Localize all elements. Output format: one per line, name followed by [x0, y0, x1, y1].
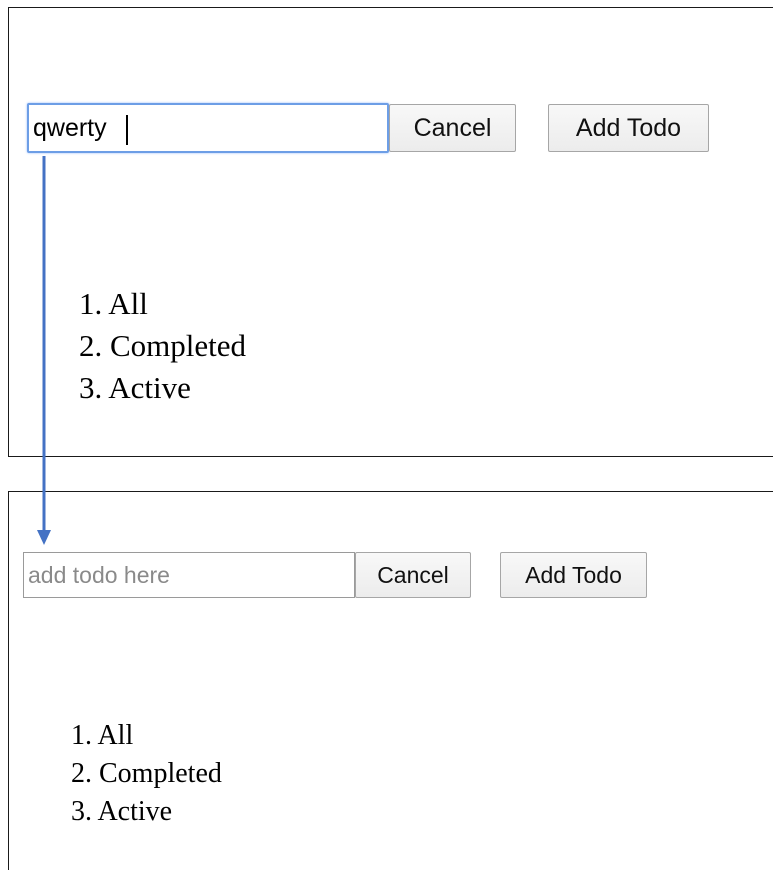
add-todo-button[interactable]: Add Todo	[500, 552, 647, 598]
filter-item-active[interactable]: 3. Active	[71, 793, 222, 831]
filter-item-completed[interactable]: 2. Completed	[79, 325, 246, 367]
todo-input[interactable]	[23, 552, 355, 598]
todo-input[interactable]	[27, 103, 389, 153]
panel-after: Cancel Add Todo 1. All 2. Completed 3. A…	[8, 491, 773, 870]
filter-item-all[interactable]: 1. All	[79, 283, 246, 325]
panel-before: Cancel Add Todo 1. All 2. Completed 3. A…	[8, 7, 773, 457]
filter-list: 1. All 2. Completed 3. Active	[71, 717, 222, 831]
filter-item-completed[interactable]: 2. Completed	[71, 755, 222, 793]
filter-item-active[interactable]: 3. Active	[79, 367, 246, 409]
cancel-button[interactable]: Cancel	[389, 104, 516, 152]
add-todo-button[interactable]: Add Todo	[548, 104, 709, 152]
filter-item-all[interactable]: 1. All	[71, 717, 222, 755]
filter-list: 1. All 2. Completed 3. Active	[79, 283, 246, 409]
text-caret	[126, 115, 128, 145]
cancel-button[interactable]: Cancel	[355, 552, 471, 598]
